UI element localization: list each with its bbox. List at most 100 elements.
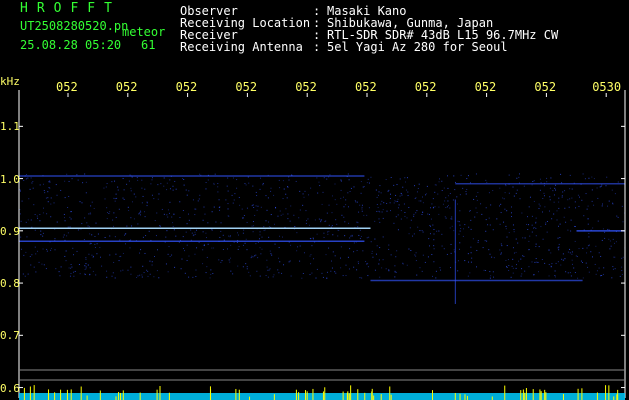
- noise-speck: [50, 216, 52, 218]
- noise-speck: [91, 234, 93, 236]
- noise-speck: [612, 202, 614, 204]
- noise-speck: [476, 266, 478, 268]
- x-tick-label: 052: [175, 80, 198, 94]
- noise-speck: [500, 203, 502, 205]
- noise-speck: [534, 261, 536, 263]
- noise-speck: [141, 274, 143, 276]
- noise-speck: [242, 232, 244, 234]
- noise-speck: [188, 276, 190, 278]
- noise-speck: [194, 253, 196, 255]
- noise-speck: [447, 204, 449, 206]
- noise-speck: [25, 251, 27, 253]
- x-tick-label: 052: [235, 80, 258, 94]
- noise-speck: [219, 209, 221, 211]
- noise-speck: [185, 189, 187, 191]
- noise-speck: [356, 221, 358, 223]
- noise-speck: [428, 238, 430, 240]
- noise-speck: [458, 221, 460, 223]
- noise-speck: [535, 243, 537, 245]
- noise-speck: [531, 215, 533, 217]
- noise-speck: [120, 255, 122, 257]
- noise-speck: [207, 179, 209, 181]
- noise-speck: [453, 249, 455, 251]
- noise-speck: [123, 198, 125, 200]
- noise-speck: [506, 245, 508, 247]
- noise-speck: [262, 184, 264, 186]
- noise-speck: [106, 211, 108, 213]
- noise-speck: [316, 177, 318, 179]
- noise-speck: [587, 266, 589, 268]
- noise-speck: [564, 190, 566, 192]
- noise-speck: [331, 212, 333, 214]
- noise-speck: [353, 251, 355, 253]
- noise-speck: [28, 198, 30, 200]
- noise-speck: [232, 202, 234, 204]
- noise-speck: [470, 261, 472, 263]
- noise-speck: [320, 221, 322, 223]
- noise-speck: [185, 231, 187, 233]
- noise-speck: [415, 212, 417, 214]
- noise-speck: [394, 200, 396, 202]
- noise-speck: [222, 249, 224, 251]
- noise-speck: [140, 249, 142, 251]
- noise-speck: [65, 260, 67, 262]
- noise-speck: [351, 235, 353, 237]
- noise-speck: [249, 275, 251, 277]
- noise-speck: [441, 233, 443, 235]
- noise-speck: [553, 201, 555, 203]
- noise-speck: [27, 273, 29, 275]
- x-tick-label: 052: [414, 80, 437, 94]
- noise-speck: [516, 189, 518, 191]
- noise-speck: [596, 187, 598, 189]
- noise-speck: [564, 207, 566, 209]
- noise-speck: [294, 225, 296, 227]
- noise-speck: [518, 260, 520, 262]
- noise-speck: [431, 203, 433, 205]
- noise-speck: [195, 233, 197, 235]
- noise-speck: [559, 223, 561, 225]
- noise-speck: [137, 179, 139, 181]
- noise-speck: [433, 239, 435, 241]
- noise-speck: [512, 186, 514, 188]
- noise-speck: [308, 194, 310, 196]
- noise-speck: [45, 197, 47, 199]
- noise-speck: [271, 254, 273, 256]
- noise-speck: [512, 272, 514, 274]
- noise-speck: [137, 223, 139, 225]
- noise-speck: [535, 258, 537, 260]
- noise-speck: [37, 217, 39, 219]
- noise-speck: [544, 206, 546, 208]
- noise-speck: [27, 219, 29, 221]
- noise-speck: [47, 197, 49, 199]
- noise-speck: [546, 220, 548, 222]
- noise-speck: [548, 249, 550, 251]
- noise-speck: [242, 217, 244, 219]
- noise-speck: [41, 263, 43, 265]
- noise-speck: [445, 197, 447, 199]
- noise-speck: [27, 177, 29, 179]
- noise-speck: [520, 258, 522, 260]
- noise-speck: [29, 188, 31, 190]
- noise-speck: [49, 187, 51, 189]
- noise-speck: [335, 219, 337, 221]
- noise-speck: [328, 204, 330, 206]
- noise-speck: [550, 252, 552, 254]
- noise-speck: [329, 174, 331, 176]
- noise-speck: [597, 220, 599, 222]
- noise-speck: [427, 213, 429, 215]
- noise-speck: [513, 195, 515, 197]
- noise-speck: [160, 183, 162, 185]
- noise-speck: [431, 275, 433, 277]
- noise-speck: [399, 178, 401, 180]
- noise-speck: [550, 265, 552, 267]
- noise-speck: [574, 272, 576, 274]
- noise-speck: [163, 185, 165, 187]
- noise-speck: [533, 200, 535, 202]
- noise-speck: [517, 242, 519, 244]
- noise-speck: [336, 223, 338, 225]
- noise-speck: [433, 245, 435, 247]
- noise-speck: [582, 277, 584, 279]
- noise-speck: [388, 269, 390, 271]
- noise-speck: [485, 179, 487, 181]
- noise-speck: [99, 247, 101, 249]
